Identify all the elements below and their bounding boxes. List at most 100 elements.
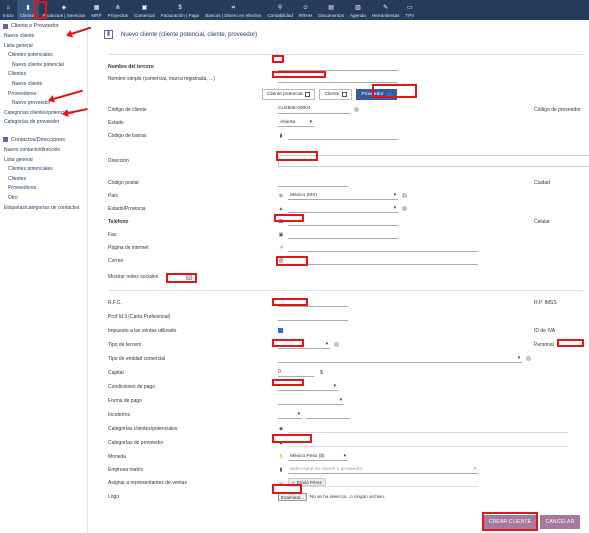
left-menu-item[interactable]: Clientes xyxy=(0,175,87,185)
entity-kind-select[interactable]: ▾ xyxy=(278,355,522,363)
currency-select[interactable]: México Peso ($) ▾ xyxy=(288,453,348,461)
staff-label: Personal xyxy=(534,341,554,348)
capital-label: Capital xyxy=(108,369,124,376)
home-icon: ⌂ xyxy=(6,5,11,11)
annotation-box xyxy=(272,434,312,443)
top-menu-item[interactable]: ☺ RRHH xyxy=(296,0,315,20)
top-menu-item[interactable]: ▤ Documentos xyxy=(315,0,347,20)
parent-select[interactable]: Seleccione un cliente o proveedor ▾ xyxy=(288,466,478,474)
state-select[interactable]: ▾ xyxy=(288,205,398,213)
left-menu-item[interactable]: Clientes potenciales xyxy=(0,165,87,175)
left-menu-item[interactable]: Etiquetas/categorías de contactos xyxy=(0,204,87,214)
folder-icon: ▤ xyxy=(328,5,334,11)
chevron-down-icon: ▾ xyxy=(333,383,336,389)
divider xyxy=(108,290,583,291)
left-menu-item[interactable]: Clientes potenciales xyxy=(0,51,87,61)
vat-used-checkbox[interactable] xyxy=(278,328,283,333)
alias-label: Nombre simple (comercial, marca registra… xyxy=(108,75,215,82)
top-menu-item[interactable]: ✎ Herramientas xyxy=(369,0,403,20)
left-menu-item[interactable]: Nuevo proveedor xyxy=(0,99,87,109)
row-entity: Tipo de entidad comercial ▾ ? xyxy=(108,352,583,365)
globe-icon: ⊕ xyxy=(278,192,284,199)
customer-checkbox[interactable] xyxy=(342,92,348,97)
parent-label: Empresa matriz xyxy=(108,466,144,473)
address-textarea[interactable] xyxy=(278,154,589,167)
row-alias: Nombre simple (comercial, marca registra… xyxy=(108,72,583,85)
left-menu-item[interactable]: Categorías de proveedor xyxy=(0,118,87,128)
left-menu-item[interactable]: Nuevo cliente xyxy=(0,80,87,90)
annotation-box xyxy=(372,84,417,98)
top-menu-label: Agenda xyxy=(349,13,366,18)
cancel-button[interactable]: CANCELAR xyxy=(540,515,580,529)
prof3-input[interactable] xyxy=(278,313,348,321)
chevron-down-icon: ▾ xyxy=(343,453,346,459)
map-icon: ▲ xyxy=(278,205,284,212)
top-menu-item[interactable]: ⌂ Inicio xyxy=(0,0,17,20)
left-menu-item[interactable]: Lista general xyxy=(0,42,87,52)
web-input[interactable] xyxy=(288,244,478,252)
top-menu-label: TPV xyxy=(405,13,415,18)
search-dollar-icon: ⚲ xyxy=(277,5,283,11)
annotation-box xyxy=(272,484,302,494)
social-label[interactable]: Mostrar redes sociales xyxy=(108,274,158,280)
top-menu-item[interactable]: ⋔ Proyectos xyxy=(105,0,131,20)
capital-input[interactable]: 0 xyxy=(278,369,314,377)
left-menu-item[interactable]: Proveedores xyxy=(0,184,87,194)
chevron-down-icon: ▾ xyxy=(297,411,300,417)
left-menu-item[interactable]: Clientes xyxy=(0,70,87,80)
barcode-input[interactable] xyxy=(288,132,398,140)
sales-rep-field[interactable]: × Erasó Pérez xyxy=(288,478,478,487)
help-icon: ? xyxy=(354,107,359,112)
top-menu-item[interactable]: ▭ TPV xyxy=(402,0,417,20)
email-input[interactable] xyxy=(288,257,478,265)
help-icon: ? xyxy=(334,342,339,347)
left-menu-item[interactable]: Nuevo cliente potencial xyxy=(0,61,87,71)
name-input[interactable] xyxy=(278,63,398,71)
fax-input[interactable] xyxy=(288,231,398,239)
top-menu-item[interactable]: $ Facturación | Pago xyxy=(158,0,202,20)
vat-id-label: ID de IVA xyxy=(534,327,556,334)
status-select[interactable]: Abierta ▾ xyxy=(278,119,314,127)
annotation-box xyxy=(272,55,284,63)
top-menu-item[interactable]: ▦ MRP xyxy=(88,0,104,20)
payment-mode-select[interactable]: ▾ xyxy=(278,397,344,405)
top-menu-item[interactable]: ⚲ Contabilidad xyxy=(264,0,296,20)
annotation-box xyxy=(272,339,304,347)
customer-code-input[interactable]: CU2505-00004 xyxy=(278,106,350,114)
chevron-down-icon: ▾ xyxy=(393,205,396,211)
entity-kind-label: Tipo de entidad comercial xyxy=(108,355,166,362)
top-menu-item[interactable]: ⌗ Bancos | Dinero en efectivo xyxy=(202,0,264,20)
left-menu-item[interactable]: Lista general xyxy=(0,156,87,166)
annotation-box xyxy=(276,151,318,161)
payment-mode-label: Forma de pago xyxy=(108,397,142,404)
zip-input[interactable] xyxy=(278,179,348,187)
customer-label: Cliente xyxy=(324,92,340,97)
left-menu-item[interactable]: Otro xyxy=(0,194,87,204)
customer-toggle[interactable]: Cliente xyxy=(319,89,353,100)
left-section-contacts[interactable]: Contactos/Direcciones xyxy=(0,134,87,146)
row-logo: Logo Examinar... No se ha seleccio...o n… xyxy=(108,490,583,503)
divider xyxy=(108,54,583,55)
incoterms-location[interactable] xyxy=(306,411,350,419)
left-section-title: Cliente o Proveedor xyxy=(11,23,59,29)
country-label: País xyxy=(108,192,119,199)
external-link-icon: ↗ xyxy=(278,244,284,251)
annotation-box xyxy=(34,1,47,19)
state-label: Estado/Provincia xyxy=(108,205,146,212)
cust-categories-input[interactable] xyxy=(288,425,568,433)
incoterms-select[interactable]: ▾ xyxy=(278,411,302,419)
help-icon: ? xyxy=(402,206,407,211)
phone-input[interactable] xyxy=(288,218,398,226)
top-menu-item[interactable]: ▥ Agenda xyxy=(347,0,369,20)
building-icon xyxy=(3,23,8,29)
suitcase-icon: ▣ xyxy=(141,5,148,11)
prospect-checkbox[interactable] xyxy=(305,92,311,97)
top-menu-item[interactable]: ▣ Comercial xyxy=(131,0,158,20)
email-label: Correo xyxy=(108,257,124,264)
prospect-toggle[interactable]: Cliente potencial xyxy=(262,89,316,100)
row-status: Estado Abierta ▾ xyxy=(108,116,583,129)
left-section-thirdparty[interactable]: Cliente o Proveedor xyxy=(0,20,87,32)
supp-categories-input[interactable] xyxy=(288,439,568,447)
country-select[interactable]: México (MX) ▾ xyxy=(288,192,398,200)
left-menu-item[interactable]: Nuevo contacto/dirección xyxy=(0,146,87,156)
